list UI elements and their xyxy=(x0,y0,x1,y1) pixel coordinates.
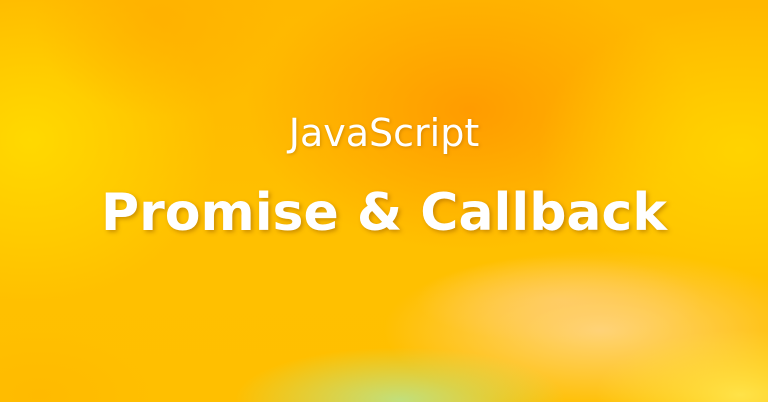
banner-text: JavaScript Promise & Callback xyxy=(0,0,768,402)
banner-subtitle: JavaScript xyxy=(288,111,480,155)
banner-title: Promise & Callback xyxy=(101,183,667,243)
banner: JavaScript Promise & Callback xyxy=(0,0,768,402)
